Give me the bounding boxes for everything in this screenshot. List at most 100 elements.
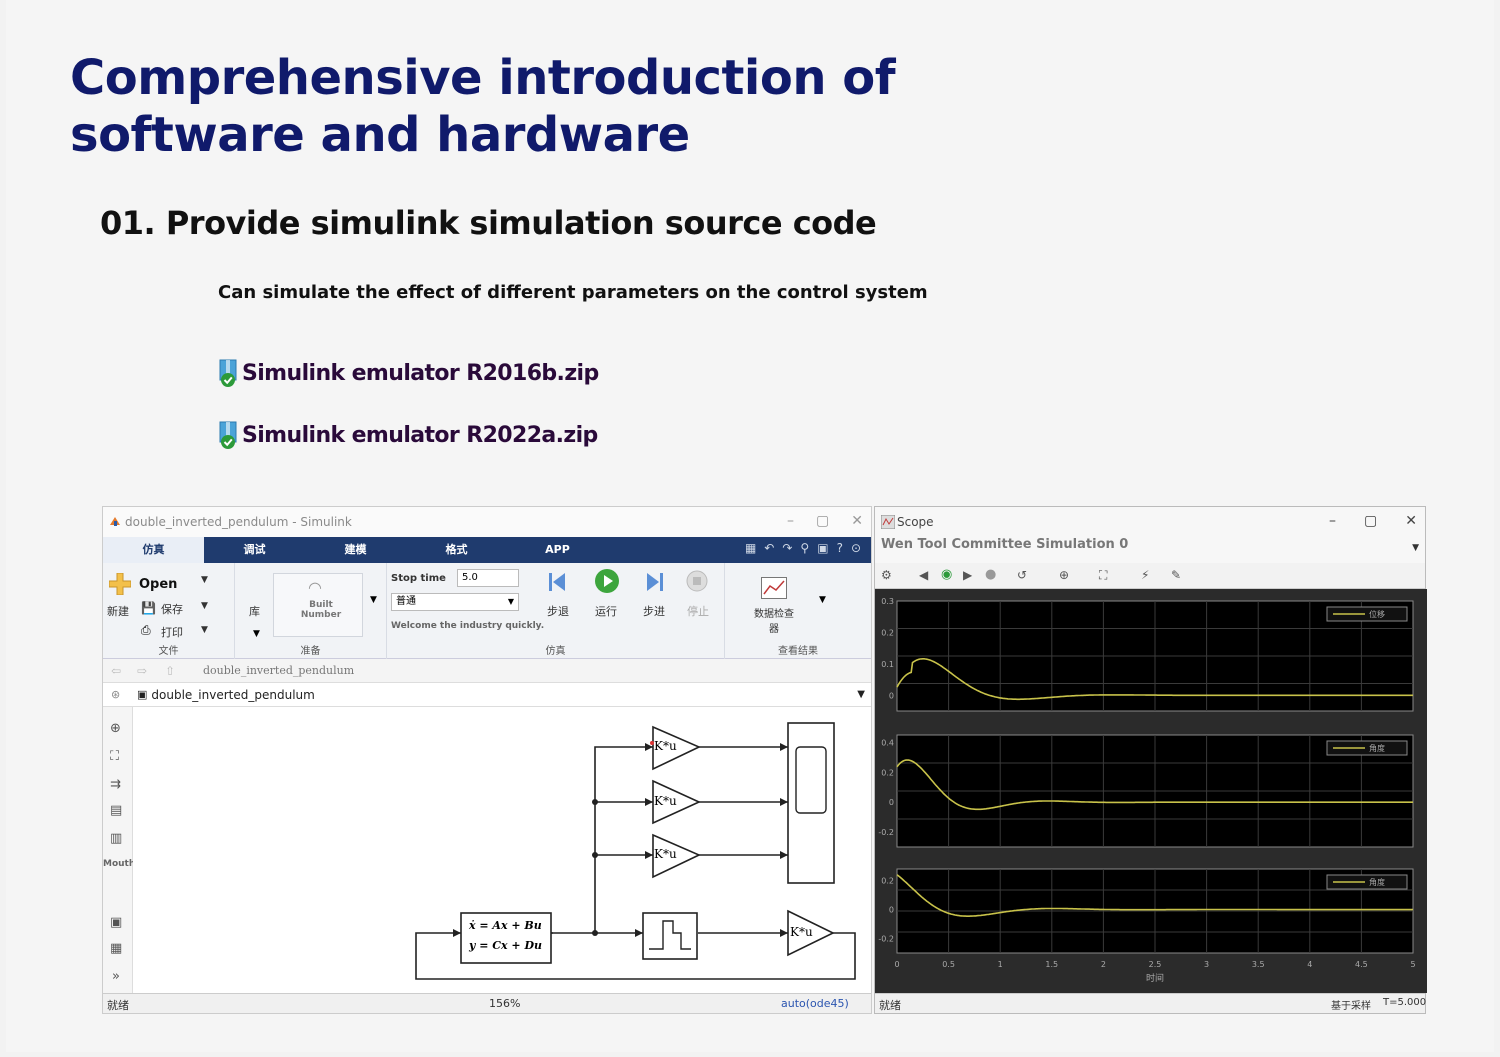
run-icon[interactable] bbox=[593, 567, 621, 595]
help-icon[interactable]: ? bbox=[837, 541, 843, 555]
highlight-icon[interactable]: ↺ bbox=[1017, 568, 1027, 582]
minimize-icon[interactable]: – bbox=[787, 513, 794, 529]
search-icon[interactable]: ⚲ bbox=[800, 541, 809, 555]
panel-icon[interactable]: ▦ bbox=[110, 941, 122, 956]
stop-icon[interactable] bbox=[685, 569, 709, 593]
simulation-hint: Welcome the industry quickly. bbox=[391, 621, 545, 631]
step-forward-icon[interactable] bbox=[641, 569, 667, 595]
ribbon: 新建 Open 💾 保存 ⎙ 打印 ▼ ▼ ▼ 文件 库 ▼ ◠ Built N… bbox=[103, 563, 871, 659]
back-icon[interactable]: ⇦ bbox=[111, 664, 121, 678]
print-icon[interactable]: ⎙ bbox=[141, 623, 151, 638]
step-back-icon[interactable]: ◀ bbox=[919, 568, 928, 582]
dropdown-icon[interactable]: ▼ bbox=[201, 625, 208, 635]
dropdown-icon[interactable]: ▼ bbox=[370, 595, 377, 605]
gain-block-1[interactable]: K*u bbox=[654, 739, 677, 753]
redo-icon[interactable]: ↷ bbox=[782, 541, 792, 555]
file-link-r2022a[interactable]: Simulink emulator R2022a.zip bbox=[218, 418, 598, 452]
stop-label[interactable]: 停止 bbox=[687, 603, 709, 619]
tab-app[interactable]: APP bbox=[507, 537, 608, 563]
gain-block-4[interactable]: K*u bbox=[790, 925, 813, 939]
status-ready: 就绪 bbox=[107, 999, 129, 1012]
prepare-group-label: 准备 bbox=[300, 646, 321, 657]
step-back-icon[interactable] bbox=[545, 569, 571, 595]
model-canvas[interactable]: K*u K*u K*u K*u ẋ = Ax + Bu y = Cx + Du bbox=[133, 707, 871, 993]
stop-time-label: Stop time bbox=[391, 573, 446, 584]
dropdown-icon[interactable]: ▼ bbox=[819, 595, 826, 605]
x-tick-label: 5 bbox=[1410, 960, 1415, 969]
x-tick-label: 4.5 bbox=[1355, 960, 1368, 969]
gain-block-3[interactable]: K*u bbox=[654, 847, 677, 861]
left-toolbar: ⊕ ⛶ ⇉ ▤ ▥ Mouth ▣ ▦ » bbox=[103, 707, 135, 993]
forward-icon[interactable]: ⇨ bbox=[137, 664, 147, 678]
stop-icon[interactable]: ● bbox=[985, 567, 996, 582]
simulation-mode-select[interactable]: 普通 ▼ bbox=[391, 593, 519, 611]
annotation-icon[interactable]: ▥ bbox=[110, 831, 122, 846]
gain-block-2[interactable]: K*u bbox=[654, 794, 677, 808]
simulation-group: Stop time 5.0 普通 ▼ Welcome the industry … bbox=[387, 563, 725, 659]
camera-icon[interactable]: ▣ bbox=[110, 915, 122, 930]
dropdown-icon[interactable]: ▼ bbox=[201, 601, 208, 611]
scope-panel: 0.2 0 -0.2 角度 bbox=[878, 868, 1414, 954]
scope-window: Scope – ▢ ✕ Wen Tool Committee Simulatio… bbox=[874, 506, 1427, 1014]
save-button[interactable]: 保存 bbox=[161, 601, 183, 617]
file-group: 新建 Open 💾 保存 ⎙ 打印 ▼ ▼ ▼ 文件 bbox=[103, 563, 235, 659]
settings-icon[interactable]: ⚙ bbox=[881, 568, 892, 582]
layout-icon[interactable]: ▣ bbox=[817, 541, 828, 555]
close-icon[interactable]: ✕ bbox=[851, 513, 863, 529]
edit-icon[interactable]: ✎ bbox=[1171, 568, 1181, 582]
fit-view-icon[interactable]: ⛶ bbox=[110, 749, 119, 764]
expand-icon[interactable]: » bbox=[112, 969, 120, 984]
close-icon[interactable]: ✕ bbox=[1405, 513, 1417, 529]
zoom-icon[interactable]: ⊕ bbox=[110, 721, 121, 736]
model-name[interactable]: double_inverted_pendulum bbox=[151, 688, 314, 702]
print-button[interactable]: 打印 bbox=[161, 624, 183, 640]
open-button[interactable]: Open bbox=[139, 577, 177, 592]
library-button[interactable]: 库 bbox=[249, 603, 260, 619]
maximize-icon[interactable]: ▢ bbox=[816, 513, 829, 529]
build-button[interactable]: ◠ Built Number bbox=[273, 573, 363, 637]
new-icon[interactable] bbox=[108, 572, 132, 596]
tab-modeling[interactable]: 建模 bbox=[305, 537, 406, 563]
file-link-r2016b[interactable]: Simulink emulator R2016b.zip bbox=[218, 356, 599, 390]
run-icon[interactable]: ◉ bbox=[941, 567, 952, 582]
state-space-eq-1[interactable]: ẋ = Ax + Bu bbox=[469, 919, 542, 932]
stop-time-input[interactable]: 5.0 bbox=[457, 569, 519, 587]
undo-icon[interactable]: ↶ bbox=[764, 541, 774, 555]
arrows-icon[interactable]: ⇉ bbox=[110, 777, 121, 792]
step-forward-icon[interactable]: ▶ bbox=[963, 568, 972, 582]
chevron-down-icon[interactable]: ▼ bbox=[857, 689, 865, 700]
autoscale-icon[interactable]: ⛶ bbox=[1099, 568, 1107, 583]
hide-panel-icon[interactable]: ⊛ bbox=[111, 688, 120, 701]
tab-format[interactable]: 格式 bbox=[406, 537, 507, 563]
new-label[interactable]: 新建 bbox=[107, 603, 129, 619]
step-back-label[interactable]: 步退 bbox=[547, 603, 569, 619]
tab-debug[interactable]: 调试 bbox=[204, 537, 305, 563]
solver-link[interactable]: auto(ode45) bbox=[781, 997, 849, 1010]
scope-status-sampling: 基于采样 bbox=[1331, 1001, 1371, 1012]
scope-panel: 0.3 0.2 0.1 0 位移 bbox=[881, 597, 1414, 712]
maximize-icon[interactable]: ▢ bbox=[1364, 513, 1377, 529]
chevron-down-icon[interactable]: ▼ bbox=[1412, 543, 1419, 553]
x-tick-label: 4 bbox=[1307, 960, 1312, 969]
run-label[interactable]: 运行 bbox=[595, 603, 617, 619]
save-file-icon[interactable]: 💾 bbox=[141, 601, 156, 615]
y-tick-label: -0.2 bbox=[878, 828, 894, 837]
state-space-eq-2[interactable]: y = Cx + Du bbox=[469, 939, 542, 952]
data-inspector-label[interactable]: 数据检查器 bbox=[751, 605, 797, 635]
zoom-icon[interactable]: ⊕ bbox=[1059, 568, 1069, 582]
prepare-group: 库 ▼ ◠ Built Number ▼ 准备 bbox=[235, 563, 387, 659]
model-path-bar: ⊛ ▣ double_inverted_pendulum ▼ bbox=[103, 683, 871, 707]
data-inspector-icon[interactable] bbox=[761, 577, 787, 599]
trigger-icon[interactable]: ⚡ bbox=[1141, 568, 1149, 582]
step-forward-label[interactable]: 步进 bbox=[643, 603, 665, 619]
up-icon[interactable]: ⇧ bbox=[165, 664, 175, 678]
breadcrumb-item[interactable]: double_inverted_pendulum bbox=[203, 664, 354, 677]
settings-icon[interactable]: ⊙ bbox=[851, 541, 861, 555]
chevron-down-icon[interactable]: ▼ bbox=[253, 629, 260, 639]
dropdown-icon[interactable]: ▼ bbox=[201, 575, 208, 585]
minimize-icon[interactable]: – bbox=[1329, 513, 1336, 529]
save-icon[interactable]: ▦ bbox=[745, 541, 756, 555]
image-icon[interactable]: ▤ bbox=[110, 803, 122, 818]
simulink-titlebar: double_inverted_pendulum - Simulink – ▢ … bbox=[103, 507, 871, 537]
tab-simulation[interactable]: 仿真 bbox=[103, 537, 204, 563]
